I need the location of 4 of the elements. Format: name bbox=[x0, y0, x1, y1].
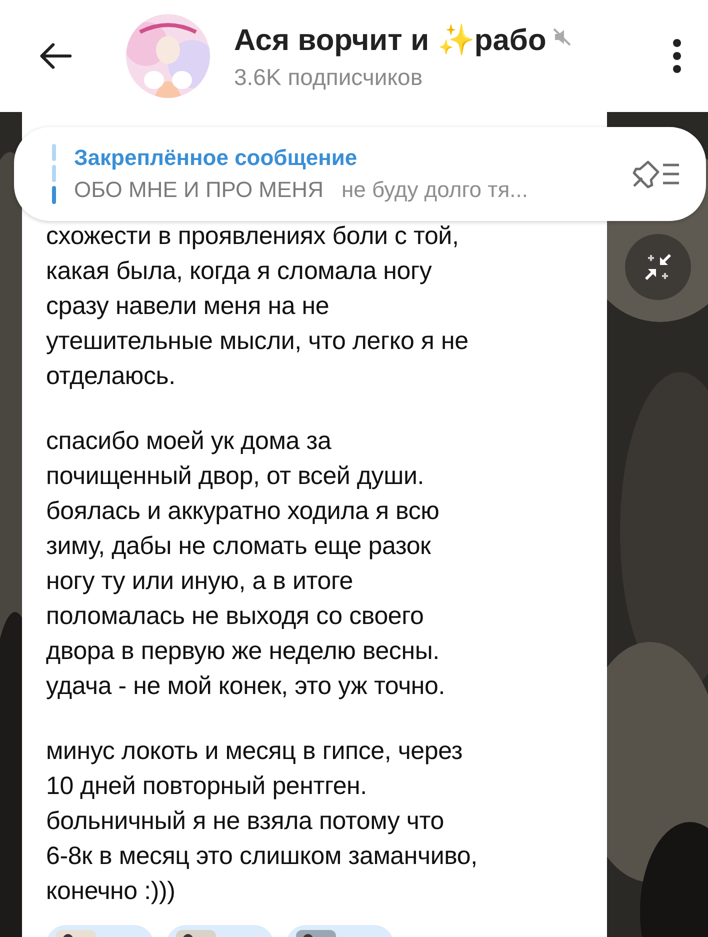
channel-title: Ася ворчит и ✨рабо bbox=[234, 22, 546, 58]
back-arrow-icon[interactable] bbox=[38, 41, 72, 71]
menu-icon[interactable] bbox=[672, 38, 682, 74]
subscriber-count: 3.6K подписчиков bbox=[234, 64, 424, 90]
